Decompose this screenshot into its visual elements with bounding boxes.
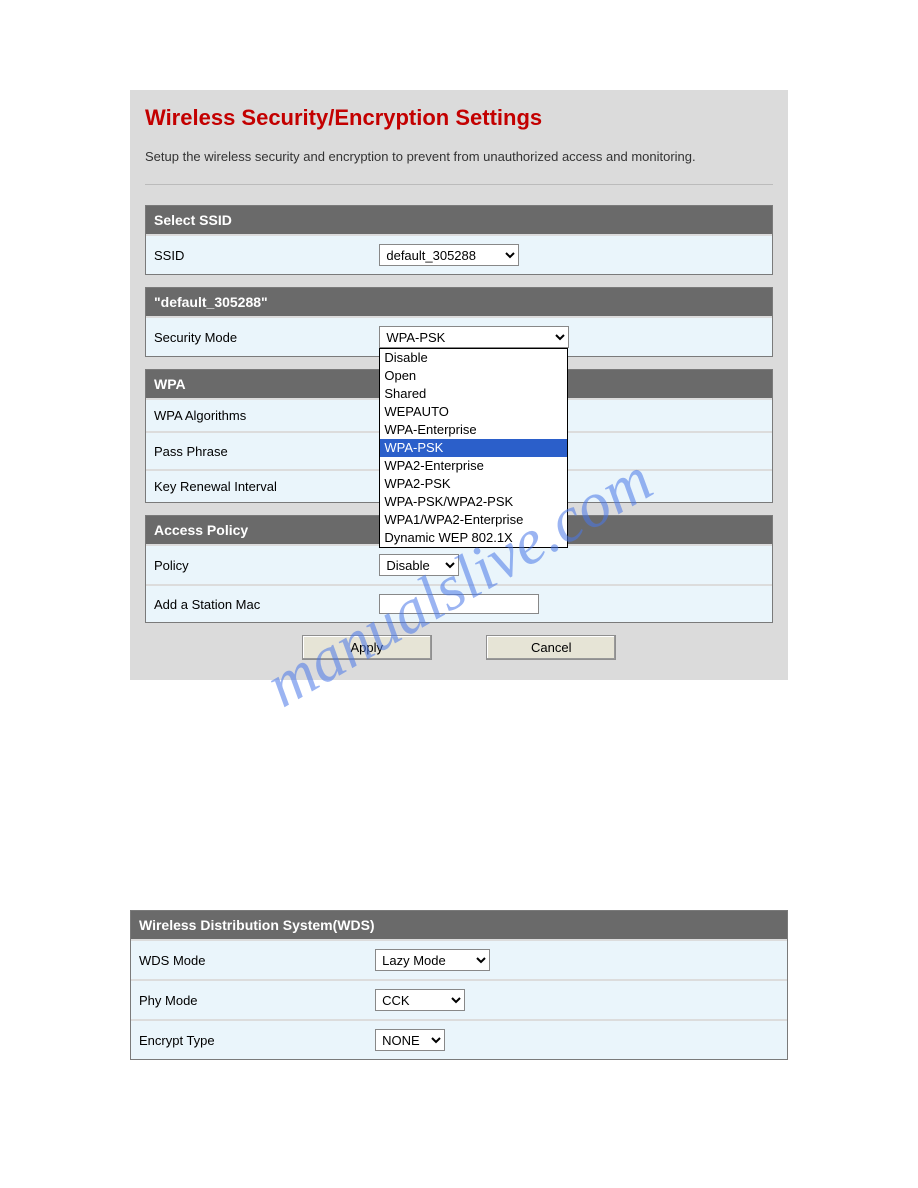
key-renewal-label: Key Renewal Interval bbox=[146, 469, 371, 502]
security-mode-option[interactable]: WPA1/WPA2-Enterprise bbox=[380, 511, 567, 529]
select-ssid-header: Select SSID bbox=[146, 206, 772, 234]
phy-mode-select[interactable]: CCK bbox=[375, 989, 465, 1011]
ssid-label: SSID bbox=[146, 234, 371, 274]
encrypt-type-label: Encrypt Type bbox=[131, 1019, 367, 1059]
security-mode-option[interactable]: Disable bbox=[380, 349, 567, 367]
select-ssid-table: Select SSID SSID default_305288 bbox=[145, 205, 773, 275]
security-mode-option[interactable]: WPA-Enterprise bbox=[380, 421, 567, 439]
policy-select[interactable]: Disable bbox=[379, 554, 459, 576]
security-mode-option[interactable]: WPA-PSK bbox=[380, 439, 567, 457]
apply-button[interactable]: Apply bbox=[302, 635, 432, 660]
security-mode-option[interactable]: WPA2-PSK bbox=[380, 475, 567, 493]
pass-phrase-label: Pass Phrase bbox=[146, 431, 371, 469]
phy-mode-label: Phy Mode bbox=[131, 979, 367, 1019]
security-mode-option[interactable]: Dynamic WEP 802.1X bbox=[380, 529, 567, 547]
wds-header: Wireless Distribution System(WDS) bbox=[131, 911, 787, 939]
divider bbox=[145, 184, 773, 185]
security-mode-dropdown[interactable]: DisableOpenSharedWEPAUTOWPA-EnterpriseWP… bbox=[379, 348, 568, 548]
security-mode-option[interactable]: WPA-PSK/WPA2-PSK bbox=[380, 493, 567, 511]
security-mode-option[interactable]: WPA2-Enterprise bbox=[380, 457, 567, 475]
security-mode-label: Security Mode bbox=[146, 316, 371, 356]
security-mode-option[interactable]: Shared bbox=[380, 385, 567, 403]
wds-mode-label: WDS Mode bbox=[131, 939, 367, 979]
wds-mode-select[interactable]: Lazy Mode bbox=[375, 949, 490, 971]
security-settings-panel: Wireless Security/Encryption Settings Se… bbox=[130, 90, 788, 680]
cancel-button[interactable]: Cancel bbox=[486, 635, 616, 660]
wpa-algorithms-label: WPA Algorithms bbox=[146, 398, 371, 431]
security-mode-option[interactable]: Open bbox=[380, 367, 567, 385]
encrypt-type-select[interactable]: NONE bbox=[375, 1029, 445, 1051]
page-subtitle: Setup the wireless security and encrypti… bbox=[145, 149, 773, 164]
add-station-label: Add a Station Mac bbox=[146, 584, 371, 622]
page-title: Wireless Security/Encryption Settings bbox=[145, 105, 773, 131]
add-station-input[interactable] bbox=[379, 594, 539, 614]
security-mode-option[interactable]: WEPAUTO bbox=[380, 403, 567, 421]
ssid-config-header: "default_305288" bbox=[146, 288, 772, 316]
security-mode-select[interactable]: WPA-PSK bbox=[379, 326, 569, 348]
policy-label: Policy bbox=[146, 544, 371, 584]
wds-table: Wireless Distribution System(WDS) WDS Mo… bbox=[130, 910, 788, 1060]
ssid-config-table: "default_305288" Security Mode WPA-PSK D… bbox=[145, 287, 773, 357]
ssid-select[interactable]: default_305288 bbox=[379, 244, 519, 266]
